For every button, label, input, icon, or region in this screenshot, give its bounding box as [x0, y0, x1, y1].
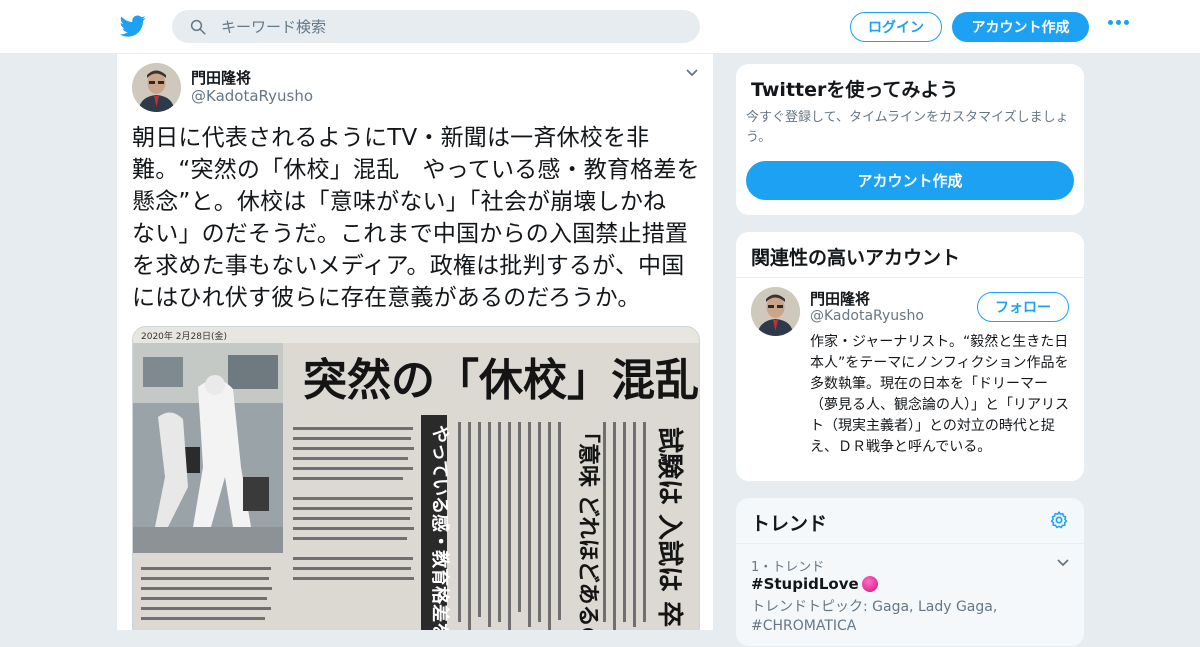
related-accounts-card: 関連性の高いアカウント 門田隆将 @KadotaRyusho フォロー 作家・ジ…: [735, 231, 1085, 482]
related-account-name[interactable]: 門田隆将: [810, 288, 870, 309]
trends-card: トレンド 1・トレンド #StupidLove トレンドトピック: Gaga, …: [735, 497, 1085, 647]
signup-card: Twitterを使ってみよう 今すぐ登録して、タイムラインをカスタマイズしましょ…: [735, 63, 1085, 216]
related-account-avatar[interactable]: [751, 287, 800, 336]
chevron-down-icon[interactable]: [1056, 558, 1070, 568]
gear-icon[interactable]: [1049, 510, 1069, 530]
related-accounts-title: 関連性の高いアカウント: [751, 247, 961, 269]
divider: [736, 543, 1084, 544]
image-subhead-right: 試験は 入試は 卒: [654, 427, 685, 627]
signup-card-title: Twitterを使ってみよう: [751, 79, 959, 101]
divider: [736, 277, 1084, 278]
trend-name[interactable]: #StupidLove: [751, 575, 859, 593]
related-account-handle[interactable]: @KadotaRyusho: [810, 308, 924, 324]
related-account-bio: 作家・ジャーナリスト。“毅然と生きた日本人”をテーマにノンフィクション作品を多数…: [810, 334, 1069, 455]
tweet-text: 朝日に代表されるようにTV・新聞は一斉休校を非 難。“突然の「休校」混乱 やって…: [132, 125, 700, 311]
signup-button[interactable]: アカウント作成: [952, 12, 1089, 42]
login-button[interactable]: ログイン: [850, 12, 942, 42]
author-handle[interactable]: @KadotaRyusho: [191, 87, 313, 105]
image-subhead-left: やっている感・教育格差を: [429, 425, 451, 630]
trend-emoji-icon: [861, 576, 878, 592]
signup-card-button[interactable]: アカウント作成: [746, 161, 1074, 200]
chevron-down-icon[interactable]: [685, 68, 699, 78]
signup-card-description: 今すぐ登録して、タイムラインをカスタマイズしましょう。: [746, 110, 1069, 145]
more-dots-icon[interactable]: [1108, 20, 1129, 25]
author-name[interactable]: 門田隆将: [191, 67, 251, 88]
trend-meta: 1・トレンド: [751, 560, 825, 575]
image-subhead-mid: 「意味 どれほどあるのか: [575, 421, 601, 630]
trend-item-link[interactable]: #StupidLove: [751, 575, 878, 593]
image-headline: 突然の「休校」混乱: [303, 355, 699, 406]
search-input[interactable]: [221, 17, 681, 36]
follow-button[interactable]: フォロー: [977, 292, 1069, 322]
tweet-image[interactable]: 2020年 2月28日(金) 突然の「休校」混乱 やっている感・教育格差を 「意…: [132, 326, 700, 630]
search-icon: [190, 19, 206, 34]
trend-topics: トレンドトピック: Gaga, Lady Gaga, #CHROMATICA: [751, 599, 998, 634]
tweet-card: 門田隆将 @KadotaRyusho 朝日に代表されるようにTV・新聞は一斉休校…: [116, 54, 714, 630]
trends-title: トレンド: [751, 513, 828, 535]
image-date-line: 2020年 2月28日(金): [141, 330, 227, 342]
top-nav: ログイン アカウント作成: [0, 0, 1200, 54]
author-avatar[interactable]: [132, 63, 181, 112]
search-bar[interactable]: [172, 10, 700, 43]
twitter-bird-icon[interactable]: [119, 13, 147, 39]
